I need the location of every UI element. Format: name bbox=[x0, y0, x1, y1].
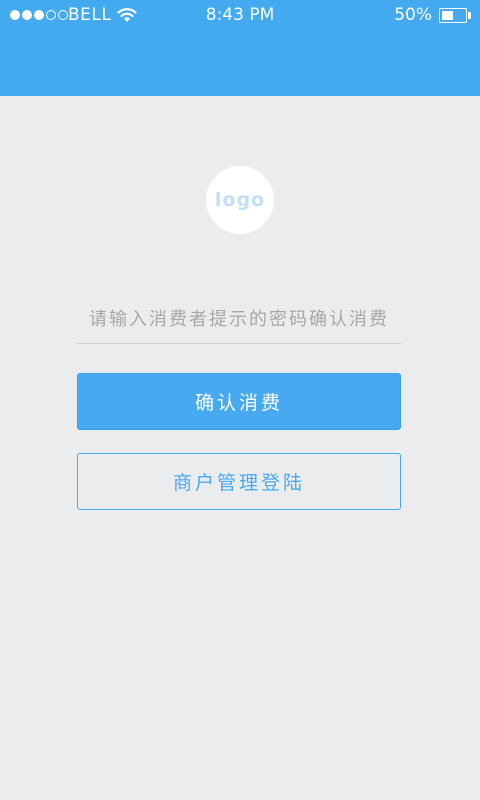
merchant-management-login-button[interactable]: 商户管理登陆 bbox=[77, 453, 401, 510]
confirm-consumption-button[interactable]: 确认消费 bbox=[77, 373, 401, 430]
top-header-bar: BELL 8:43 PM 50% bbox=[0, 0, 480, 96]
logo-text: logo bbox=[214, 189, 266, 211]
merchant-login-label: 商户管理登陆 bbox=[172, 472, 305, 494]
status-bar: BELL 8:43 PM 50% bbox=[0, 0, 480, 32]
battery-icon bbox=[439, 8, 471, 23]
consumer-password-input[interactable] bbox=[77, 296, 401, 344]
battery-percentage: 50% bbox=[394, 5, 432, 25]
confirm-button-label: 确认消费 bbox=[194, 392, 283, 414]
app-logo: logo bbox=[206, 166, 274, 234]
